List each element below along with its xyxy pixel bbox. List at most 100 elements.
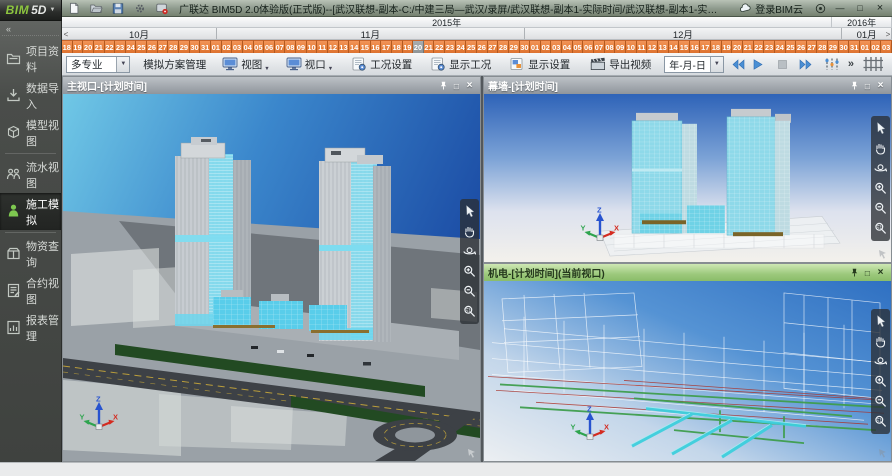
timeline-day-cell[interactable]: 25	[136, 40, 147, 53]
show-work-condition-button[interactable]: 显示工况	[425, 54, 496, 74]
timeline-day-cell[interactable]: 20	[83, 40, 94, 53]
view-button[interactable]: 视图 ▼	[217, 54, 274, 74]
orbit-icon[interactable]	[873, 161, 888, 176]
maximize-button[interactable]: □	[851, 2, 869, 15]
timeline-day-cell[interactable]: 16	[690, 40, 701, 53]
timeline-day-cell[interactable]: 22	[434, 40, 445, 53]
timeline-day-cell[interactable]: 13	[658, 40, 669, 53]
timeline-day-cell[interactable]: 25	[786, 40, 797, 53]
sidebar-item-construction-simulation[interactable]: 施工模拟	[0, 193, 61, 230]
timeline-day-cell[interactable]: 24	[775, 40, 786, 53]
step-back-button[interactable]	[732, 55, 745, 73]
timeline-day-cell[interactable]: 04	[243, 40, 254, 53]
timeline-day-cell[interactable]: 29	[828, 40, 839, 53]
timeline-day-cell[interactable]: 27	[488, 40, 499, 53]
viewport-close-icon[interactable]: ×	[874, 266, 887, 279]
viewport-close-icon[interactable]: ×	[463, 79, 476, 92]
work-condition-settings-button[interactable]: 工况设置	[346, 54, 417, 74]
zoom-window-icon[interactable]	[462, 304, 477, 319]
timeline-day-cell[interactable]: 26	[147, 40, 158, 53]
timeline-day-cell[interactable]: 23	[764, 40, 775, 53]
timeline-day-cell[interactable]: 06	[264, 40, 275, 53]
timeline-day-cell[interactable]: 04	[562, 40, 573, 53]
sidebar-item-project-files[interactable]: 项目资料	[0, 40, 61, 77]
timeline-day-cell[interactable]: 13	[339, 40, 350, 53]
milestone-icon[interactable]	[818, 54, 844, 74]
timeline-day-cell[interactable]: 28	[817, 40, 828, 53]
timeline-scroll-right-icon[interactable]: >	[884, 28, 892, 40]
sidebar-item-material-query[interactable]: 物资查询	[0, 235, 61, 272]
timeline-day-cell[interactable]: 10	[307, 40, 318, 53]
toolbar-overflow-button[interactable]: »	[844, 58, 858, 70]
timeline-month-segment[interactable]: 11月	[217, 28, 524, 39]
zoom-in-icon[interactable]	[462, 264, 477, 279]
timeline-day-cell[interactable]: 03	[881, 40, 892, 53]
timeline-day-cell[interactable]: 30	[190, 40, 201, 53]
orbit-icon[interactable]	[873, 354, 888, 369]
viewport-button[interactable]: 视口 ▼	[281, 54, 338, 74]
timeline-day-cell[interactable]: 29	[179, 40, 190, 53]
timeline-day-cell[interactable]: 21	[743, 40, 754, 53]
specialty-select[interactable]: 多专业 ▼	[66, 56, 130, 73]
timeline-day-cell[interactable]: 21	[424, 40, 435, 53]
timeline-day-cell[interactable]: 19	[403, 40, 414, 53]
timeline-day-cell[interactable]: 07	[594, 40, 605, 53]
bim5d-logo-menu[interactable]: BIM 5D ▼	[0, 0, 62, 21]
sidebar-collapse-button[interactable]: «	[2, 23, 59, 36]
settings-gear-icon[interactable]	[132, 1, 147, 15]
timeline-day-cell[interactable]: 11	[317, 40, 328, 53]
timeline-day-cell[interactable]: 20	[732, 40, 743, 53]
mep-3d-canvas[interactable]: ZXY	[484, 281, 891, 461]
viewport-maximize-icon[interactable]: □	[861, 79, 874, 92]
curtain-viewport-titlebar[interactable]: 幕墙-[计划时间] □ ×	[484, 77, 891, 94]
curtain-3d-canvas[interactable]: ZXY	[484, 94, 891, 262]
sidebar-item-data-import[interactable]: 数据导入	[0, 77, 61, 114]
timeline-day-cell[interactable]: 10	[626, 40, 637, 53]
fast-forward-button[interactable]	[799, 55, 812, 73]
viewport-close-icon[interactable]: ×	[874, 79, 887, 92]
titlebar-settings-icon[interactable]	[811, 2, 829, 15]
timeline-day-cell[interactable]: 14	[349, 40, 360, 53]
main-viewport-titlebar[interactable]: 主视口-[计划时间] □ ×	[63, 77, 480, 94]
timeline-day-cell[interactable]: 17	[700, 40, 711, 53]
zoom-out-icon[interactable]	[873, 394, 888, 409]
export-video-button[interactable]: 导出视频	[585, 54, 656, 74]
timeline-day-cell[interactable]: 23	[115, 40, 126, 53]
timeline-day-cell[interactable]: 08	[605, 40, 616, 53]
play-button[interactable]	[751, 55, 764, 73]
date-format-select[interactable]: 年-月-日 ▼	[664, 56, 724, 73]
simulation-plan-manage-button[interactable]: 模拟方案管理	[138, 54, 211, 74]
timeline-day-cell[interactable]: 05	[573, 40, 584, 53]
open-folder-icon[interactable]	[88, 1, 103, 15]
timeline-day-cell[interactable]: 12	[647, 40, 658, 53]
viewport-maximize-icon[interactable]: □	[450, 79, 463, 92]
zoom-window-icon[interactable]	[873, 414, 888, 429]
timeline-day-cell[interactable]: 26	[796, 40, 807, 53]
timeline-day-cell[interactable]: 21	[94, 40, 105, 53]
timeline-day-cell[interactable]: 24	[126, 40, 137, 53]
timeline-scroll-left-icon[interactable]: <	[62, 28, 70, 40]
timeline-day-cell[interactable]: 31	[200, 40, 211, 53]
timeline-day-cell[interactable]: 15	[360, 40, 371, 53]
timeline-day-cell[interactable]: 01	[530, 40, 541, 53]
zoom-in-icon[interactable]	[873, 181, 888, 196]
timeline-day-cell[interactable]: 15	[679, 40, 690, 53]
timeline-day-cell[interactable]: 05	[254, 40, 265, 53]
timeline-day-cell[interactable]: 08	[285, 40, 296, 53]
zoom-window-icon[interactable]	[873, 221, 888, 236]
cursor-arrow-icon[interactable]	[873, 121, 888, 136]
timeline-day-cell[interactable]: 23	[445, 40, 456, 53]
orbit-icon[interactable]	[462, 244, 477, 259]
zoom-in-icon[interactable]	[873, 374, 888, 389]
services-badge-icon[interactable]	[154, 1, 169, 15]
timeline-day-cell[interactable]: 03	[232, 40, 243, 53]
zoom-out-icon[interactable]	[873, 201, 888, 216]
timeline-day-cell[interactable]: 16	[371, 40, 382, 53]
pin-icon[interactable]	[848, 266, 861, 279]
timeline-day-cell[interactable]: 02	[541, 40, 552, 53]
new-document-icon[interactable]	[66, 1, 81, 15]
login-bim-cloud-button[interactable]: 登录BIM云	[733, 1, 809, 15]
sidebar-item-model-view[interactable]: 模型视图	[0, 114, 61, 151]
timeline-day-cell[interactable]: 22	[754, 40, 765, 53]
zoom-out-icon[interactable]	[462, 284, 477, 299]
